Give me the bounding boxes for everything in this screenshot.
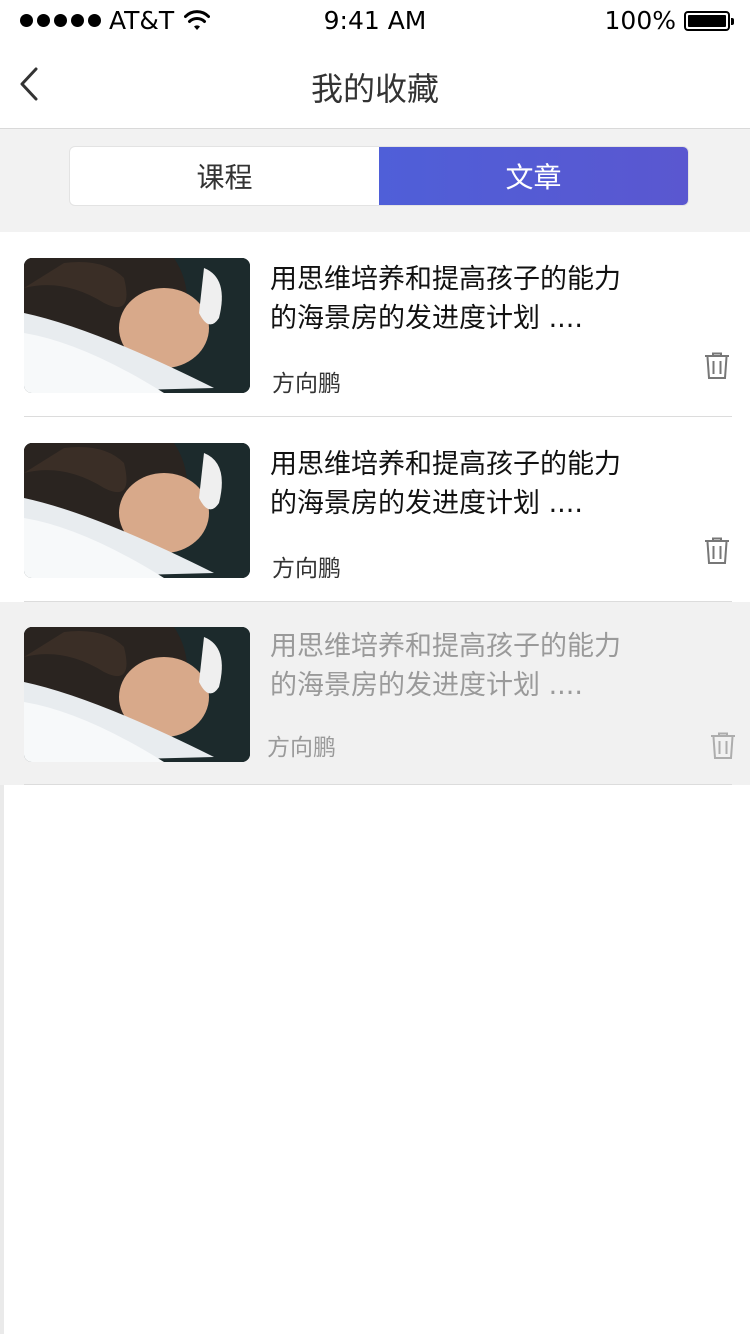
list-item[interactable]: 用思维培养和提高孩子的能力 的海景房的发进度计划 .... 方向鹏 <box>0 232 750 417</box>
article-list: 用思维培养和提高孩子的能力 的海景房的发进度计划 .... 方向鹏 用思维培养和… <box>0 232 750 785</box>
tab-courses[interactable]: 课程 <box>70 147 379 205</box>
article-title: 用思维培养和提高孩子的能力 的海景房的发进度计划 .... <box>270 627 670 705</box>
tab-articles[interactable]: 文章 <box>379 147 688 205</box>
list-item[interactable]: 用思维培养和提高孩子的能力 的海景房的发进度计划 .... 方向鹏 <box>0 602 750 785</box>
article-author: 方向鹏 <box>267 735 336 761</box>
article-thumbnail <box>24 443 250 578</box>
article-author: 方向鹏 <box>272 371 341 397</box>
article-thumbnail <box>24 627 250 762</box>
article-title-line: 用思维培养和提高孩子的能力 <box>270 631 621 662</box>
status-bar: AT&T 9:41 AM 100% <box>0 0 750 40</box>
status-right: 100% <box>604 6 734 35</box>
trash-icon[interactable] <box>704 352 730 380</box>
battery-icon <box>684 10 734 31</box>
article-title: 用思维培养和提高孩子的能力 的海景房的发进度计划 .... <box>270 260 670 338</box>
page-title: 我的收藏 <box>310 70 439 108</box>
article-title-line: 的海景房的发进度计划 .... <box>270 488 583 519</box>
article-thumbnail <box>24 258 250 393</box>
tab-bar-area: 课程 文章 <box>0 129 750 232</box>
article-author: 方向鹏 <box>272 556 341 582</box>
trash-icon[interactable] <box>704 537 730 565</box>
article-title-line: 用思维培养和提高孩子的能力 <box>270 449 621 480</box>
battery-percent: 100% <box>604 6 676 35</box>
list-item[interactable]: 用思维培养和提高孩子的能力 的海景房的发进度计划 .... 方向鹏 <box>0 417 750 602</box>
article-title-line: 的海景房的发进度计划 .... <box>270 303 583 334</box>
divider <box>24 784 732 785</box>
article-title-line: 用思维培养和提高孩子的能力 <box>270 264 621 295</box>
edge-strip <box>0 785 4 1334</box>
article-title: 用思维培养和提高孩子的能力 的海景房的发进度计划 .... <box>270 445 670 523</box>
article-title-line: 的海景房的发进度计划 .... <box>270 670 583 701</box>
segmented-control: 课程 文章 <box>69 146 689 206</box>
trash-icon[interactable] <box>710 732 736 760</box>
navigation-bar: 我的收藏 <box>0 40 750 129</box>
